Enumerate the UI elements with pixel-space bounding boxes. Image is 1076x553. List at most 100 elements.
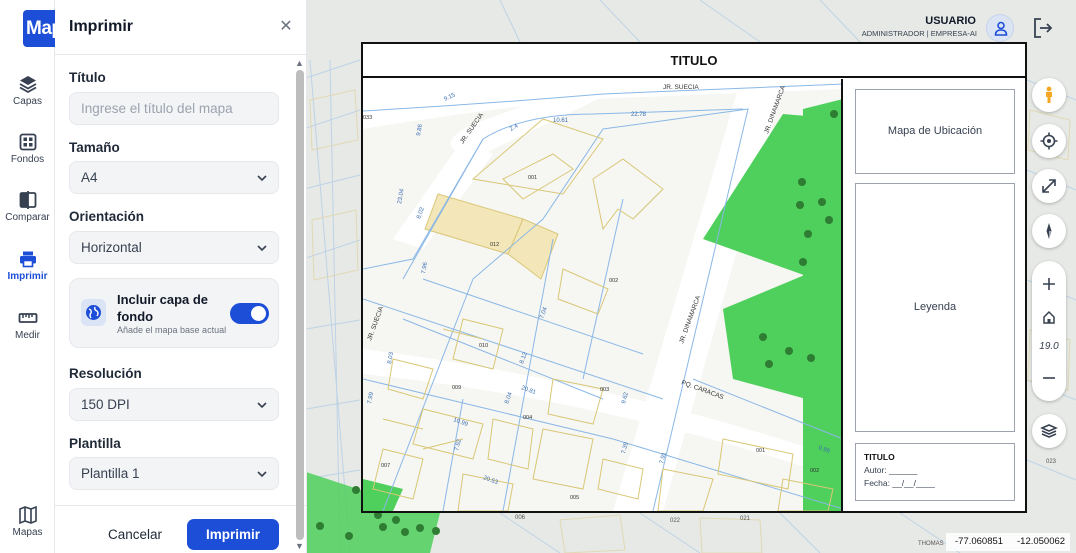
latitude: -12.050062 [1017, 536, 1066, 547]
lot-label: 012 [490, 242, 499, 248]
tamano-label: Tamaño [69, 140, 120, 155]
titulo-label: Título [69, 70, 106, 85]
compare-icon [19, 191, 36, 209]
lot-label: 001 [756, 448, 765, 454]
expand-icon [1042, 179, 1056, 193]
nav-label-imprimir: Imprimir [7, 271, 48, 282]
minus-icon [1043, 377, 1055, 379]
street-label: JR. SUECIA [663, 84, 699, 91]
map-icon [18, 505, 37, 525]
scroll-up-icon[interactable]: ▲ [295, 58, 304, 68]
title-block: TITULO Autor: ______ Fecha: __/__/____ [855, 443, 1015, 501]
close-icon[interactable]: ✕ [277, 16, 295, 36]
user-role: ADMINISTRADOR | EMPRESA-AI [861, 29, 977, 38]
lot-label: 005 [570, 495, 579, 501]
nav-item-fondos[interactable]: Fondos [0, 128, 55, 182]
resolucion-value: 150 DPI [81, 397, 130, 412]
preview-map[interactable]: JR. SUECIA JR. SUECIA JR. DINAMARCA JR. … [363, 79, 843, 511]
layers-toggle-button[interactable] [1032, 414, 1066, 448]
lot-label: 009 [452, 385, 461, 391]
print-panel: Imprimir ✕ Título Tamaño A4 Orientación … [55, 0, 307, 553]
nav-label-fondos: Fondos [10, 154, 45, 165]
longitude: -77.060851 [955, 536, 1004, 547]
nav-item-comparar[interactable]: Comparar [0, 186, 55, 240]
basemap-grid-icon [19, 133, 36, 151]
compass-button[interactable] [1032, 214, 1066, 248]
plantilla-label: Plantilla [69, 436, 121, 451]
nav-item-medir[interactable]: Medir [0, 304, 55, 358]
globe-icon [81, 299, 106, 326]
plus-icon [1043, 278, 1055, 290]
zoom-level: 19.0 [1039, 341, 1059, 352]
compass-icon [1046, 223, 1052, 239]
lot-label: 033 [363, 115, 372, 121]
chevron-down-icon [257, 402, 267, 409]
scrollbar-thumb[interactable] [296, 70, 304, 540]
panel-scrollbar[interactable]: ▲ ▼ [293, 56, 307, 553]
home-icon [1043, 310, 1055, 324]
user-name: USUARIO [925, 15, 976, 27]
lot-label: 007 [381, 463, 390, 469]
lot-label: 010 [479, 343, 488, 349]
cancel-button[interactable]: Cancelar [95, 520, 175, 550]
zoom-controls: 19.0 [1032, 261, 1066, 401]
orientacion-select[interactable]: Horizontal [69, 231, 279, 264]
chevron-down-icon [257, 175, 267, 182]
nav-item-mapas[interactable]: Mapas [0, 501, 55, 553]
tamano-value: A4 [81, 170, 98, 185]
preview-title: TITULO [363, 44, 1025, 78]
background-layer-toggle[interactable] [230, 303, 269, 324]
title-block-author: Autor: ______ [864, 465, 918, 475]
preview-sidebar: Mapa de Ubicación Leyenda TITULO Autor: … [845, 79, 1025, 511]
nav-label-comparar: Comparar [5, 212, 50, 223]
pegman-icon [1046, 86, 1052, 103]
orientacion-value: Horizontal [81, 240, 142, 255]
plantilla-value: Plantilla 1 [81, 466, 140, 481]
title-block-title: TITULO [864, 452, 895, 462]
logout-icon[interactable] [1032, 16, 1054, 40]
avatar[interactable] [986, 14, 1014, 42]
orientacion-label: Orientación [69, 209, 145, 224]
stack-icon [1040, 424, 1058, 438]
resolucion-select[interactable]: 150 DPI [69, 388, 279, 421]
panel-title: Imprimir [69, 18, 134, 35]
print-button[interactable]: Imprimir [187, 519, 279, 550]
dimension-label: 10.61 [553, 118, 569, 124]
plantilla-select[interactable]: Plantilla 1 [69, 457, 279, 490]
title-block-date: Fecha: __/__/____ [864, 478, 935, 488]
print-preview: TITULO JR. SUECIA JR. SUECIA JR. DINAMAR… [361, 42, 1027, 513]
background-layer-card: Incluir capa de fondo Añade el mapa base… [69, 278, 279, 348]
zoom-in-button[interactable] [1032, 273, 1066, 301]
scroll-down-icon[interactable]: ▼ [295, 541, 304, 551]
lot-label: 002 [810, 468, 819, 474]
user-icon [994, 21, 1008, 36]
tamano-select[interactable]: A4 [69, 161, 279, 194]
nav-label-medir: Medir [14, 330, 40, 341]
svg-text:THOMAS: THOMAS [918, 541, 944, 547]
zoom-out-button[interactable] [1032, 367, 1066, 395]
lot-label: 001 [528, 175, 537, 181]
lot-label: 004 [523, 415, 532, 421]
svg-text:023: 023 [1046, 459, 1057, 465]
locate-button[interactable] [1032, 124, 1066, 158]
titulo-field[interactable] [69, 92, 279, 125]
location-map-label: Mapa de Ubicación [887, 125, 983, 137]
fullscreen-button[interactable] [1032, 169, 1066, 203]
nav-item-capas[interactable]: Capas [0, 70, 55, 124]
nav-item-imprimir[interactable]: Imprimir [0, 245, 55, 299]
dimension-label: 22.78 [631, 112, 647, 118]
street-view-button[interactable] [1032, 78, 1066, 112]
ruler-icon [18, 313, 37, 323]
legend-label: Leyenda [913, 301, 957, 313]
lot-label: 003 [600, 387, 609, 393]
titulo-input[interactable] [81, 101, 267, 116]
nav-label-mapas: Mapas [12, 527, 43, 538]
printer-icon [19, 251, 36, 268]
svg-text:006: 006 [515, 515, 526, 521]
resolucion-label: Resolución [69, 366, 142, 381]
nav-label-capas: Capas [13, 96, 42, 107]
coordinates-readout: -77.060851 -12.050062 [946, 533, 1070, 551]
app-logo[interactable]: Map [23, 10, 55, 47]
home-extent-button[interactable] [1032, 306, 1066, 334]
chevron-down-icon [257, 245, 267, 252]
